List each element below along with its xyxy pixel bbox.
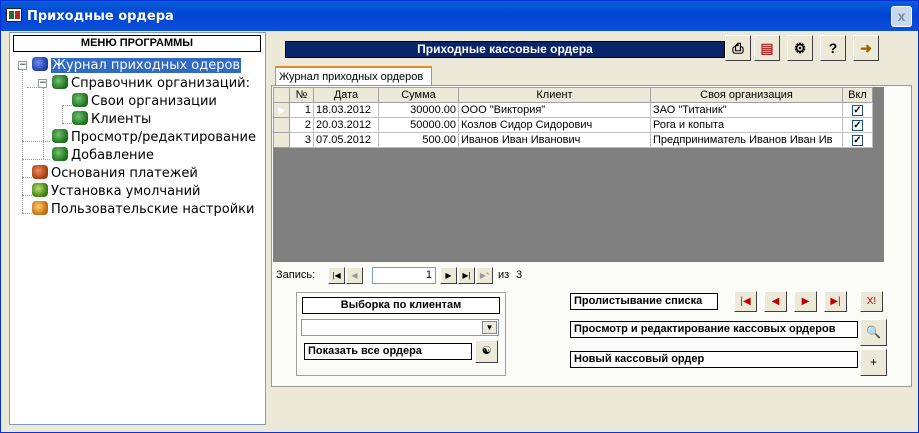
settings-icon: ⚙ (793, 40, 807, 56)
binoculars-icon: ☯ (481, 345, 492, 357)
show-all-label: Показать все ордера (304, 343, 472, 360)
new-order-label: Новый кассовый ордер (570, 351, 858, 368)
car-icon (32, 165, 48, 179)
window-title: Приходные ордера (27, 9, 174, 24)
help-icon: ? (828, 40, 838, 56)
new-record-button[interactable]: ▶* (476, 267, 493, 284)
next-record-button[interactable]: ▶ (440, 267, 457, 284)
app-window: Приходные ордера x МЕНЮ ПРОГРАММЫ − Журн… (0, 0, 919, 433)
column-header[interactable]: Дата (313, 87, 379, 103)
gear-icon (52, 75, 68, 89)
tree-item-user-settings[interactable]: Пользовательские настройки (32, 201, 254, 219)
main-panel: Приходные кассовые ордера ⎙ ▤ ⚙ ? ➜ Журн… (271, 32, 912, 387)
row-selector[interactable] (273, 132, 290, 148)
prev-record-button[interactable]: ◀ (346, 267, 363, 284)
menu-header: МЕНЮ ПРОГРАММЫ (13, 35, 261, 52)
delete-icon: X! (866, 296, 877, 307)
car-icon (32, 57, 48, 71)
first-record-button[interactable]: |◀ (328, 267, 345, 284)
record-total: 3 (516, 269, 523, 281)
delete-button[interactable]: X! (860, 291, 883, 312)
tree-item-view-edit[interactable]: Просмотр/редактирование (52, 129, 256, 147)
record-number-input[interactable]: 1 (372, 267, 436, 284)
table-row[interactable]: 2 20.03.2012 50000.00 Козлов Сидор Сидор… (273, 117, 873, 133)
tree-collapse-toggle[interactable]: − (38, 79, 47, 88)
column-header[interactable]: Клиент (458, 87, 651, 103)
client-filter-group: Выборка по клиентам ▼ Показать все ордер… (296, 292, 506, 376)
scroll-buttons: |◀ ◀ ▶ ▶| X! (734, 291, 884, 313)
section-header: Приходные кассовые ордера (285, 41, 725, 58)
enabled-checkbox[interactable]: ✓ (852, 105, 863, 116)
tab-journal[interactable]: Журнал приходных ордеров (275, 66, 432, 86)
table-row[interactable]: 3 07.05.2012 500.00 Иванов Иван Иванович… (273, 132, 873, 148)
tree-item-journal[interactable]: Журнал приходных одеров (32, 57, 242, 75)
new-document-icon: + (869, 355, 877, 369)
column-header[interactable]: № (289, 87, 314, 103)
chevron-down-icon[interactable]: ▼ (482, 321, 497, 334)
exit-icon: ➜ (860, 40, 872, 56)
print-button[interactable]: ⎙ (725, 35, 751, 61)
tree-item-add[interactable]: Добавление (52, 147, 154, 165)
exit-button[interactable]: ➜ (853, 35, 879, 61)
gear-icon (52, 147, 68, 161)
last-button[interactable]: ▶| (824, 291, 847, 312)
report-icon: ▤ (760, 40, 774, 56)
program-menu-panel: МЕНЮ ПРОГРАММЫ − Журнал приходных одеров… (9, 32, 266, 425)
column-header[interactable]: Своя организация (650, 87, 843, 103)
scroll-list-label: Пролистывание списка (570, 293, 718, 310)
tree-item-payment-reasons[interactable]: Основания платежей (32, 165, 198, 183)
tree-item-clients[interactable]: Клиенты (72, 111, 151, 129)
current-row-indicator[interactable]: ▶ (273, 102, 290, 118)
help-button[interactable]: ? (820, 35, 846, 61)
tab-panel: № Дата Сумма Клиент Своя организация Вкл… (271, 85, 912, 387)
gear-icon (72, 111, 88, 125)
show-all-button[interactable]: ☯ (475, 340, 498, 363)
printer-icon: ⎙ (732, 40, 744, 56)
car-icon (32, 201, 48, 215)
app-icon (6, 8, 22, 22)
view-edit-button[interactable]: 🔍 (860, 319, 887, 346)
report-button[interactable]: ▤ (754, 35, 780, 61)
tree-item-org-directory[interactable]: Справочник организаций: (52, 75, 250, 93)
new-order-button[interactable]: + (860, 349, 887, 376)
enabled-checkbox[interactable]: ✓ (852, 135, 863, 146)
title-bar[interactable]: Приходные ордера x (1, 1, 918, 31)
column-header[interactable]: Сумма (378, 87, 459, 103)
tree-item-defaults[interactable]: Установка умолчаний (32, 183, 200, 201)
last-record-button[interactable]: ▶| (458, 267, 475, 284)
tree-collapse-toggle[interactable]: − (18, 61, 27, 70)
magnifier-icon: 🔍 (866, 325, 881, 339)
tree-item-own-orgs[interactable]: Свои организации (72, 93, 217, 111)
car-icon (32, 183, 48, 197)
toolbar: ⎙ ▤ ⚙ ? ➜ (725, 35, 885, 63)
settings-button[interactable]: ⚙ (787, 35, 813, 61)
table-row[interactable]: ▶ 1 18.03.2012 30000.00 ООО "Виктория" З… (273, 102, 873, 118)
close-button[interactable]: x (891, 6, 912, 27)
enabled-checkbox[interactable]: ✓ (852, 120, 863, 131)
prev-button[interactable]: ◀ (764, 291, 787, 312)
first-button[interactable]: |◀ (734, 291, 757, 312)
gear-icon (52, 129, 68, 143)
client-filter-combo[interactable]: ▼ (301, 319, 499, 336)
view-edit-label: Просмотр и редактирование кассовых ордер… (570, 321, 858, 338)
record-label: Запись: (276, 269, 316, 281)
row-selector-header (273, 87, 290, 103)
filter-title: Выборка по клиентам (302, 297, 500, 314)
record-of-label: из (498, 269, 510, 281)
next-button[interactable]: ▶ (794, 291, 817, 312)
row-selector[interactable] (273, 117, 290, 133)
column-header[interactable]: Вкл (842, 87, 873, 103)
grid-header-row: № Дата Сумма Клиент Своя организация Вкл (273, 87, 873, 103)
gear-icon (72, 93, 88, 107)
orders-grid: № Дата Сумма Клиент Своя организация Вкл… (273, 87, 884, 262)
